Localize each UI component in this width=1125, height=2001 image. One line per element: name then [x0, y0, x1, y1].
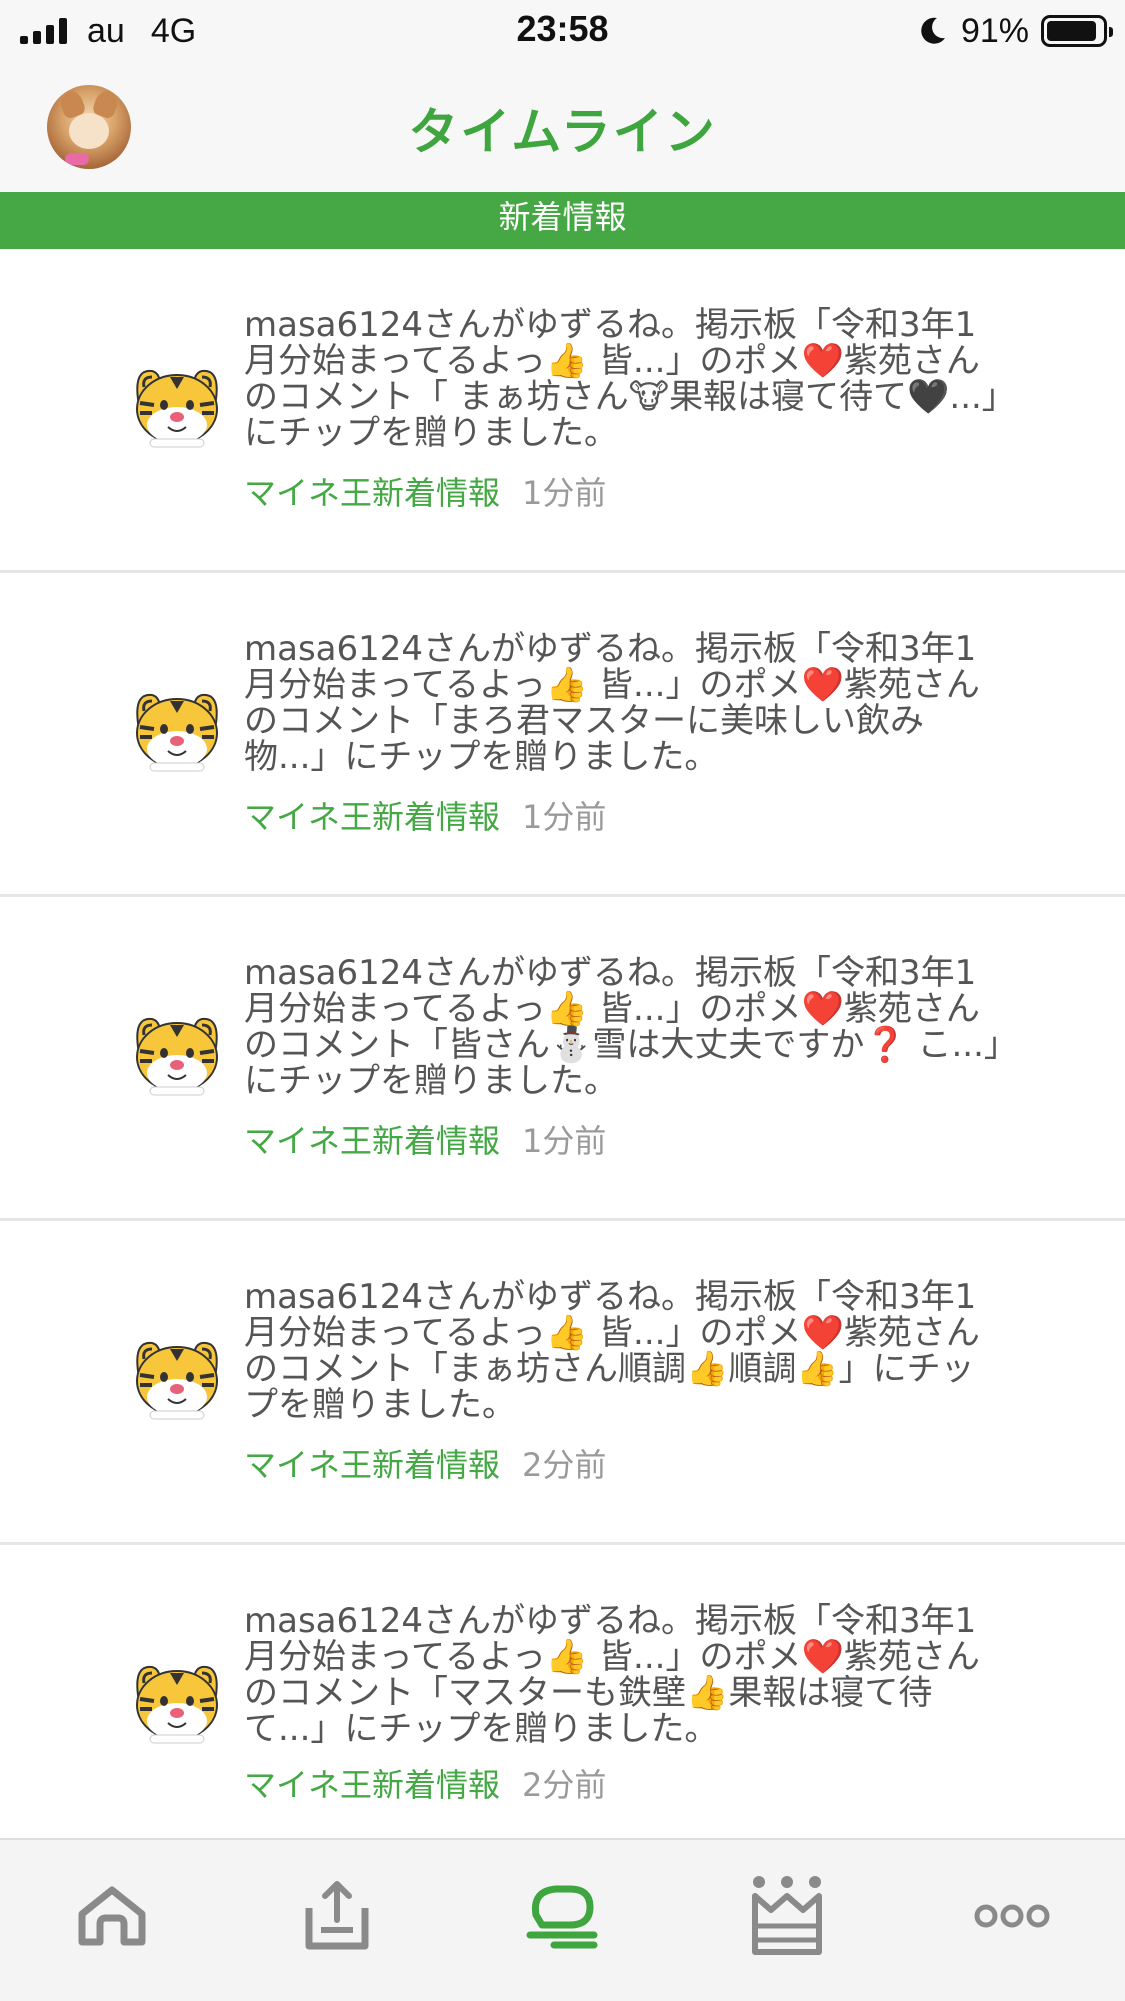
timeline-item-text[interactable]: masa6124さんがゆずるね。掲示板「令和3年1月分始まってるよっ👍 皆...… [244, 1603, 1004, 1747]
section-label: 新着情報 [498, 198, 627, 236]
crown-icon [752, 1876, 822, 1955]
tab-home[interactable] [62, 1866, 162, 1966]
timeline-item-meta: マイネ王新着情報 1分前 [244, 473, 606, 513]
tiger-avatar-icon[interactable] [130, 683, 224, 773]
item-source[interactable]: マイネ王新着情報 [244, 798, 500, 836]
home-icon [78, 1886, 146, 1946]
item-time: 1分前 [522, 798, 607, 836]
tab-more[interactable] [962, 1866, 1062, 1966]
timeline-item-text[interactable]: masa6124さんがゆずるね。掲示板「令和3年1月分始まってるよっ👍 皆...… [244, 955, 1004, 1099]
item-source[interactable]: マイネ王新着情報 [244, 1766, 500, 1804]
timeline-list: masa6124さんがゆずるね。掲示板「令和3年1月分始まってるよっ👍 皆...… [0, 249, 1125, 1834]
tab-timeline[interactable] [512, 1866, 612, 1966]
battery-icon [1041, 15, 1113, 47]
timeline-item-text[interactable]: masa6124さんがゆずるね。掲示板「令和3年1月分始まってるよっ👍 皆...… [244, 307, 1004, 451]
tiger-avatar-icon[interactable] [130, 359, 224, 449]
upload-icon [305, 1881, 369, 1950]
item-time: 1分前 [522, 474, 607, 512]
more-icon [974, 1904, 1050, 1928]
moon-icon [921, 17, 945, 44]
section-header: 新着情報 [0, 192, 1125, 249]
timeline-item-meta: マイネ王新着情報 1分前 [244, 797, 606, 837]
item-source[interactable]: マイネ王新着情報 [244, 1122, 500, 1160]
timeline-item[interactable]: masa6124さんがゆずるね。掲示板「令和3年1月分始まってるよっ👍 皆...… [0, 1221, 1125, 1545]
battery-fill [1047, 21, 1097, 41]
page-title: タイムライン [408, 103, 717, 161]
tab-ranking[interactable] [737, 1866, 837, 1966]
timeline-item[interactable]: masa6124さんがゆずるね。掲示板「令和3年1月分始まってるよっ👍 皆...… [0, 1545, 1125, 1834]
timeline-chat-icon [526, 1885, 598, 1949]
item-time: 2分前 [522, 1446, 607, 1484]
timeline-item-meta: マイネ王新着情報 2分前 [244, 1445, 606, 1485]
item-source[interactable]: マイネ王新着情報 [244, 474, 500, 512]
tiger-avatar-icon[interactable] [130, 1655, 224, 1745]
timeline-item[interactable]: masa6124さんがゆずるね。掲示板「令和3年1月分始まってるよっ👍 皆...… [0, 573, 1125, 897]
item-time: 2分前 [522, 1766, 607, 1804]
tab-bar [0, 1838, 1125, 2001]
status-bar: au 4G 23:58 91% [0, 0, 1125, 62]
item-source[interactable]: マイネ王新着情報 [244, 1446, 500, 1484]
status-right: 91% [915, 10, 1113, 52]
timeline-item[interactable]: masa6124さんがゆずるね。掲示板「令和3年1月分始まってるよっ👍 皆...… [0, 897, 1125, 1221]
timeline-item-meta: マイネ王新着情報 2分前 [244, 1765, 606, 1805]
item-time: 1分前 [522, 1122, 607, 1160]
timeline-item-text[interactable]: masa6124さんがゆずるね。掲示板「令和3年1月分始まってるよっ👍 皆...… [244, 631, 1004, 775]
battery-percent: 91% [960, 11, 1029, 50]
app-header: タイムライン [0, 62, 1125, 192]
timeline-item-text[interactable]: masa6124さんがゆずるね。掲示板「令和3年1月分始まってるよっ👍 皆...… [244, 1279, 1004, 1423]
tiger-avatar-icon[interactable] [130, 1007, 224, 1097]
timeline-item[interactable]: masa6124さんがゆずるね。掲示板「令和3年1月分始まってるよっ👍 皆...… [0, 249, 1125, 573]
tab-upload[interactable] [287, 1866, 387, 1966]
timeline-item-meta: マイネ王新着情報 1分前 [244, 1121, 606, 1161]
tiger-avatar-icon[interactable] [130, 1331, 224, 1421]
